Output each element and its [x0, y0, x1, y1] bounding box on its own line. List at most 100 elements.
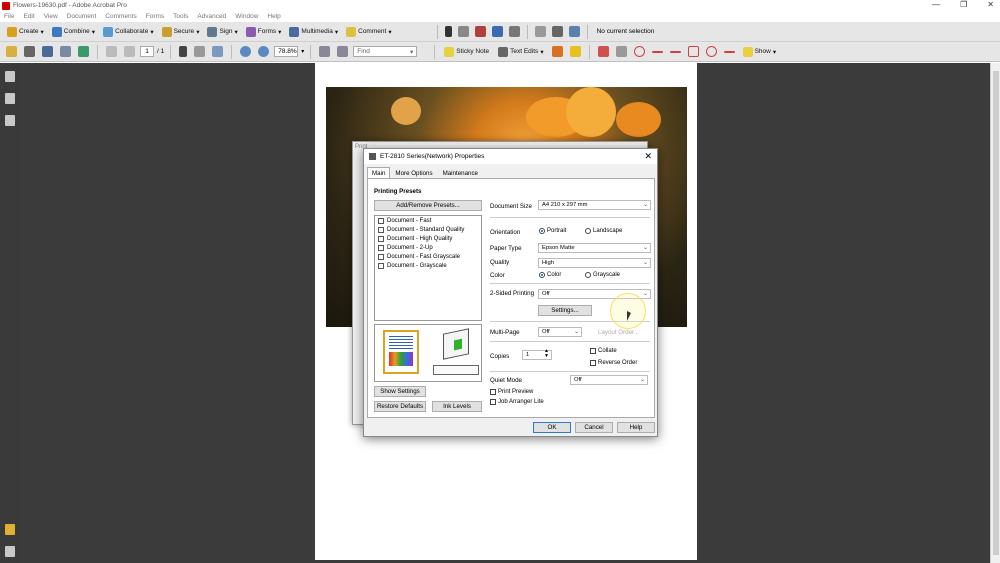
zoom-in-icon[interactable] — [258, 46, 270, 57]
bookmarks-panel-icon[interactable] — [5, 93, 15, 104]
reverse-order-checkbox[interactable]: Reverse Order — [590, 360, 637, 366]
job-arranger-lite-checkbox[interactable]: Job Arranger Lite — [490, 399, 544, 405]
pages-panel-icon[interactable] — [5, 71, 15, 82]
preset-item[interactable]: Document - 2-Up — [375, 243, 481, 252]
marquee-zoom-icon[interactable] — [212, 46, 224, 57]
dialog-close-button[interactable]: ✕ — [644, 151, 652, 162]
menu-file[interactable]: File — [4, 13, 14, 20]
menu-forms[interactable]: Forms — [146, 13, 164, 20]
print-icon[interactable] — [24, 46, 35, 57]
forms-button[interactable]: Forms ▾ — [243, 24, 285, 40]
text-field-icon[interactable] — [457, 26, 469, 37]
quality-select[interactable]: High ⌄ — [538, 258, 651, 268]
full-screen-icon[interactable] — [337, 46, 349, 57]
preset-item[interactable]: Document - High Quality — [375, 234, 481, 243]
text-edits-button[interactable]: Text Edits ▾ — [495, 44, 546, 60]
signatures-panel-icon[interactable] — [5, 115, 15, 126]
multi-page-select[interactable]: Off ⌄ — [538, 327, 582, 337]
stamp-icon[interactable] — [551, 46, 563, 57]
zoom-dropdown-arrow[interactable]: ▾ — [301, 48, 304, 55]
combine-button[interactable]: Combine ▾ — [49, 24, 98, 40]
landscape-radio[interactable]: Landscape — [585, 228, 622, 234]
secure-button[interactable]: Secure ▾ — [159, 24, 203, 40]
zoom-out-icon[interactable] — [240, 46, 252, 57]
link-tool-icon[interactable] — [491, 26, 503, 37]
select-arrow-icon[interactable] — [444, 26, 452, 37]
scrollbar-thumb[interactable] — [993, 71, 999, 555]
menu-document[interactable]: Document — [67, 13, 97, 20]
menu-comments[interactable]: Comments — [105, 13, 136, 20]
fit-page-icon[interactable] — [319, 46, 331, 57]
open-folder-icon[interactable] — [6, 46, 17, 57]
layout-order-button[interactable]: Layout Order... — [598, 329, 639, 336]
menu-advanced[interactable]: Advanced — [197, 13, 226, 20]
cloud-icon[interactable] — [633, 46, 645, 57]
pencil-tool-icon[interactable] — [723, 50, 735, 53]
screen-tool-icon[interactable] — [534, 26, 546, 37]
previous-page-icon[interactable] — [106, 46, 117, 57]
document-size-select[interactable]: A4 210 x 297 mm ⌄ — [538, 200, 651, 210]
preset-item[interactable]: Document - Standard Quality — [375, 225, 481, 234]
copies-stepper[interactable]: ▲ ▼ — [544, 349, 549, 359]
comment-button[interactable]: Comment ▾ — [343, 24, 394, 40]
hand-tool-icon[interactable] — [194, 46, 206, 57]
portrait-radio[interactable]: Portrait — [539, 228, 566, 234]
highlight-icon[interactable] — [569, 46, 581, 57]
cancel-button[interactable]: Cancel — [575, 422, 613, 433]
zoom-level-input[interactable]: 78.8% — [274, 46, 299, 57]
minimize-button[interactable]: — — [932, 0, 940, 9]
crop-tool-icon[interactable] — [551, 26, 563, 37]
preset-item[interactable]: Document - Grayscale — [375, 261, 481, 270]
find-input[interactable]: Find ▾ — [353, 46, 418, 57]
close-window-button[interactable]: ✕ — [987, 0, 994, 9]
multimedia-button[interactable]: Multimedia ▾ — [286, 24, 341, 40]
find-dropdown-arrow[interactable]: ▾ — [410, 48, 413, 56]
next-page-icon[interactable] — [124, 46, 135, 57]
callout-icon[interactable] — [597, 46, 609, 57]
preset-item[interactable]: Document - Fast — [375, 216, 481, 225]
restore-defaults-button[interactable]: Restore Defaults — [374, 401, 426, 412]
menu-view[interactable]: View — [44, 13, 58, 20]
preset-item[interactable]: Document - Fast Grayscale — [375, 252, 481, 261]
quiet-mode-select[interactable]: Off ⌄ — [570, 375, 648, 385]
checklist-icon[interactable] — [568, 26, 580, 37]
select-tool-icon[interactable] — [179, 46, 188, 57]
ink-levels-button[interactable]: Ink Levels — [432, 401, 482, 412]
globe-icon[interactable] — [78, 46, 89, 57]
print-preview-checkbox[interactable]: Print Preview — [490, 389, 533, 395]
line-tool-icon[interactable] — [669, 50, 681, 53]
menu-edit[interactable]: Edit — [23, 13, 34, 20]
show-button[interactable]: Show ▾ — [740, 44, 780, 60]
attachments-panel-icon[interactable] — [5, 546, 15, 557]
email-icon[interactable] — [60, 46, 71, 57]
menu-help[interactable]: Help — [267, 13, 280, 20]
sticky-note-button[interactable]: Sticky Note — [441, 44, 492, 60]
show-settings-button[interactable]: Show Settings — [374, 386, 426, 397]
paper-type-select[interactable]: Epson Matte ⌄ — [538, 243, 651, 253]
maximize-button[interactable]: ❐ — [960, 0, 967, 9]
oval-tool-icon[interactable] — [705, 46, 717, 57]
two-sided-settings-button[interactable]: Settings... — [538, 305, 592, 316]
grayscale-radio[interactable]: Grayscale — [585, 272, 620, 278]
ok-button[interactable]: OK — [533, 422, 571, 433]
preset-label: Document - Standard Quality — [387, 226, 465, 233]
attach-tool-icon[interactable] — [508, 26, 520, 37]
form-tool-icon[interactable] — [474, 26, 486, 37]
color-radio[interactable]: Color — [539, 272, 561, 278]
help-button[interactable]: Help — [617, 422, 655, 433]
save-icon[interactable] — [42, 46, 53, 57]
vertical-scrollbar[interactable] — [990, 63, 1000, 563]
create-button[interactable]: Create ▾ — [4, 24, 47, 40]
two-sided-printing-label: 2-Sided Printing — [490, 290, 535, 297]
sign-button[interactable]: Sign ▾ — [204, 24, 240, 40]
page-number-input[interactable]: 1 — [140, 46, 154, 57]
rectangle-tool-icon[interactable] — [687, 46, 699, 57]
add-remove-presets-button[interactable]: Add/Remove Presets... — [374, 200, 482, 211]
menu-window[interactable]: Window — [235, 13, 258, 20]
comments-panel-icon[interactable] — [5, 524, 15, 535]
collate-checkbox[interactable]: Collate — [590, 348, 617, 354]
arrow-tool-icon[interactable] — [651, 50, 663, 53]
menu-tools[interactable]: Tools — [173, 13, 188, 20]
textbox-icon[interactable] — [615, 46, 627, 57]
collaborate-button[interactable]: Collaborate ▾ — [100, 24, 157, 40]
